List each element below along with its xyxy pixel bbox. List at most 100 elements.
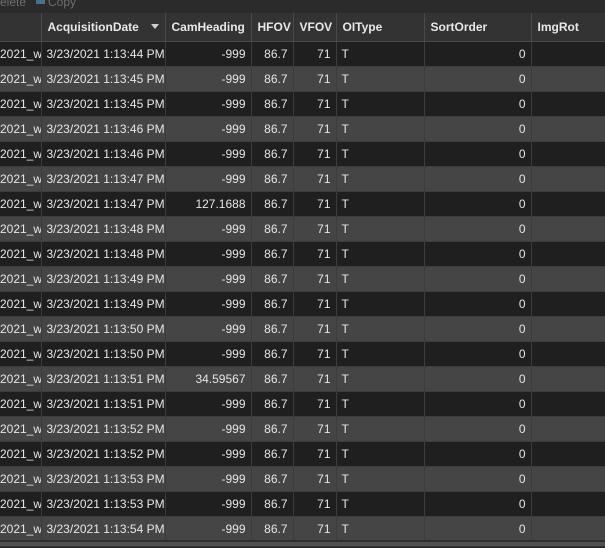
img-rot-cell[interactable] [531, 241, 605, 267]
name-cell[interactable]: 2021_w [0, 391, 42, 417]
img-rot-cell[interactable] [531, 91, 605, 117]
oitype-cell[interactable]: T [336, 266, 425, 292]
vfov-cell[interactable]: 71 [293, 141, 337, 167]
hfov-cell[interactable]: 86.7 [251, 391, 294, 417]
sort-order-cell[interactable]: 0 [424, 191, 532, 217]
table-row[interactable]: 2021_w 3/23/2021 1:13:49 PM -999 86.7 71 T 0 [0, 291, 605, 317]
img-rot-cell[interactable] [531, 141, 605, 167]
img-rot-cell[interactable] [531, 216, 605, 242]
name-cell[interactable]: 2021_w [0, 141, 42, 167]
cam-heading-cell[interactable]: -999 [165, 466, 252, 492]
oitype-cell[interactable]: T [336, 191, 425, 217]
column-header-imgrot[interactable]: ImgRot [531, 13, 605, 42]
name-cell[interactable]: 2021_w [0, 291, 42, 317]
cam-heading-cell[interactable]: -999 [165, 416, 252, 442]
table-row[interactable]: 2021_w 3/23/2021 1:13:46 PM -999 86.7 71 T 0 [0, 116, 605, 142]
oitype-cell[interactable]: T [336, 166, 425, 192]
name-cell[interactable]: 2021_w [0, 241, 42, 267]
img-rot-cell[interactable] [531, 466, 605, 492]
hfov-cell[interactable]: 86.7 [251, 366, 294, 392]
table-row[interactable]: 2021_w 3/23/2021 1:13:46 PM -999 86.7 71 T 0 [0, 141, 605, 167]
oitype-cell[interactable]: T [336, 291, 425, 317]
sort-order-cell[interactable]: 0 [424, 441, 532, 467]
name-cell[interactable]: 2021_w [0, 266, 42, 292]
oitype-cell[interactable]: T [336, 241, 425, 267]
name-cell[interactable]: 2021_w [0, 116, 42, 142]
vfov-cell[interactable]: 71 [293, 516, 337, 540]
sort-order-cell[interactable]: 0 [424, 391, 532, 417]
hfov-cell[interactable]: 86.7 [251, 66, 294, 92]
name-cell[interactable]: 2021_w [0, 91, 42, 117]
hfov-cell[interactable]: 86.7 [251, 216, 294, 242]
sort-order-cell[interactable]: 0 [424, 466, 532, 492]
scrollbar-thumb[interactable] [0, 542, 605, 546]
img-rot-cell[interactable] [531, 391, 605, 417]
vfov-cell[interactable]: 71 [293, 391, 337, 417]
table-row[interactable]: 2021_w 3/23/2021 1:13:44 PM -999 86.7 71 T 0 [0, 41, 605, 67]
table-row[interactable]: 2021_w 3/23/2021 1:13:52 PM -999 86.7 71 T 0 [0, 416, 605, 442]
column-header-oitype[interactable]: OIType [336, 13, 425, 42]
name-cell[interactable]: 2021_w [0, 466, 42, 492]
cam-heading-cell[interactable]: -999 [165, 341, 252, 367]
table-row[interactable]: 2021_w 3/23/2021 1:13:52 PM -999 86.7 71 T 0 [0, 441, 605, 467]
sort-order-cell[interactable]: 0 [424, 216, 532, 242]
oitype-cell[interactable]: T [336, 366, 425, 392]
acquisition-date-cell[interactable]: 3/23/2021 1:13:51 PM [41, 366, 166, 392]
cam-heading-cell[interactable]: 127.1688 [165, 191, 252, 217]
sort-order-cell[interactable]: 0 [424, 141, 532, 167]
sort-order-cell[interactable]: 0 [424, 316, 532, 342]
vfov-cell[interactable]: 71 [293, 41, 337, 67]
horizontal-scrollbar[interactable] [0, 540, 605, 548]
table-row[interactable]: 2021_w 3/23/2021 1:13:45 PM -999 86.7 71 T 0 [0, 91, 605, 117]
table-row[interactable]: 2021_w 3/23/2021 1:13:48 PM -999 86.7 71 T 0 [0, 241, 605, 267]
oitype-cell[interactable]: T [336, 416, 425, 442]
acquisition-date-cell[interactable]: 3/23/2021 1:13:49 PM [41, 291, 166, 317]
sort-order-cell[interactable]: 0 [424, 166, 532, 192]
img-rot-cell[interactable] [531, 191, 605, 217]
img-rot-cell[interactable] [531, 416, 605, 442]
oitype-cell[interactable]: T [336, 391, 425, 417]
acquisition-date-cell[interactable]: 3/23/2021 1:13:45 PM [41, 91, 166, 117]
table-row[interactable]: 2021_w 3/23/2021 1:13:50 PM -999 86.7 71 T 0 [0, 316, 605, 342]
table-row[interactable]: 2021_w 3/23/2021 1:13:50 PM -999 86.7 71 T 0 [0, 341, 605, 367]
cam-heading-cell[interactable]: -999 [165, 491, 252, 517]
img-rot-cell[interactable] [531, 341, 605, 367]
acquisition-date-cell[interactable]: 3/23/2021 1:13:50 PM [41, 341, 166, 367]
column-header-acquisitiondate[interactable]: AcquisitionDate [41, 13, 166, 42]
vfov-cell[interactable]: 71 [293, 166, 337, 192]
name-cell[interactable]: 2021_w [0, 316, 42, 342]
img-rot-cell[interactable] [531, 366, 605, 392]
hfov-cell[interactable]: 86.7 [251, 91, 294, 117]
vfov-cell[interactable]: 71 [293, 441, 337, 467]
oitype-cell[interactable]: T [336, 216, 425, 242]
column-header-hfov[interactable]: HFOV [251, 13, 294, 42]
hfov-cell[interactable]: 86.7 [251, 441, 294, 467]
vfov-cell[interactable]: 71 [293, 66, 337, 92]
img-rot-cell[interactable] [531, 316, 605, 342]
sort-order-cell[interactable]: 0 [424, 491, 532, 517]
vfov-cell[interactable]: 71 [293, 291, 337, 317]
oitype-cell[interactable]: T [336, 516, 425, 540]
oitype-cell[interactable]: T [336, 41, 425, 67]
acquisition-date-cell[interactable]: 3/23/2021 1:13:48 PM [41, 241, 166, 267]
cam-heading-cell[interactable]: -999 [165, 291, 252, 317]
sort-order-cell[interactable]: 0 [424, 516, 532, 540]
vfov-cell[interactable]: 71 [293, 216, 337, 242]
hfov-cell[interactable]: 86.7 [251, 41, 294, 67]
table-row[interactable]: 2021_w 3/23/2021 1:13:53 PM -999 86.7 71 T 0 [0, 466, 605, 492]
hfov-cell[interactable]: 86.7 [251, 466, 294, 492]
column-header-camheading[interactable]: CamHeading [165, 13, 252, 42]
sort-order-cell[interactable]: 0 [424, 266, 532, 292]
name-cell[interactable]: 2021_w [0, 191, 42, 217]
img-rot-cell[interactable] [531, 166, 605, 192]
table-row[interactable]: 2021_w 3/23/2021 1:13:45 PM -999 86.7 71 T 0 [0, 66, 605, 92]
cam-heading-cell[interactable]: -999 [165, 141, 252, 167]
cam-heading-cell[interactable]: -999 [165, 241, 252, 267]
vfov-cell[interactable]: 71 [293, 241, 337, 267]
vfov-cell[interactable]: 71 [293, 416, 337, 442]
acquisition-date-cell[interactable]: 3/23/2021 1:13:52 PM [41, 441, 166, 467]
column-header-vfov[interactable]: VFOV [293, 13, 337, 42]
name-cell[interactable]: 2021_w [0, 516, 42, 540]
acquisition-date-cell[interactable]: 3/23/2021 1:13:50 PM [41, 316, 166, 342]
vfov-cell[interactable]: 71 [293, 491, 337, 517]
